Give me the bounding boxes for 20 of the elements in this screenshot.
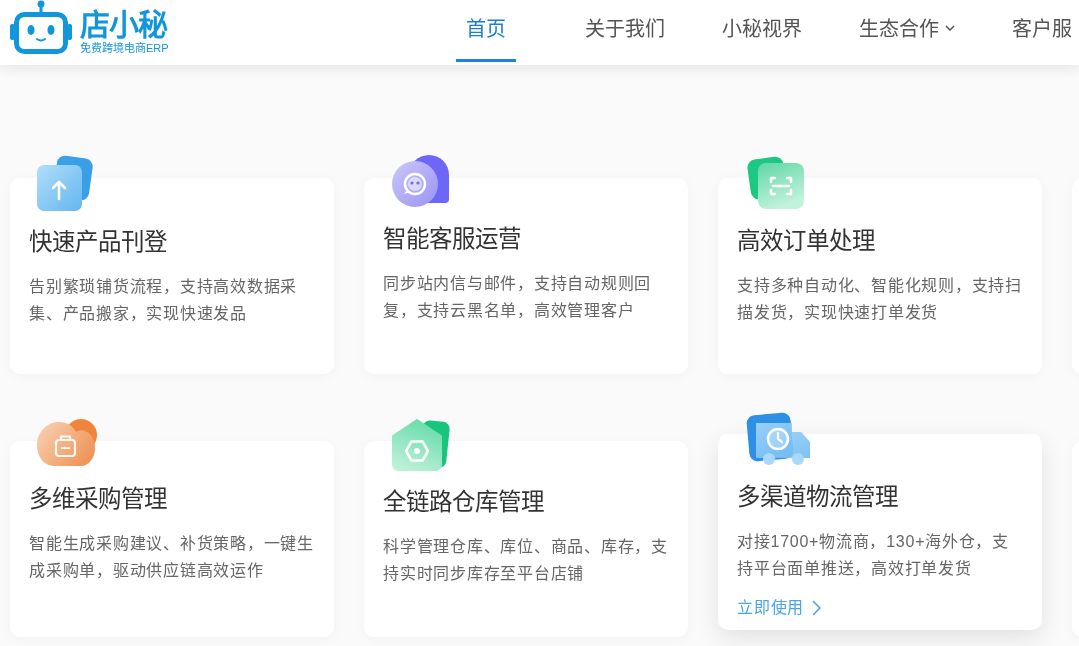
nav-link[interactable]: 关于我们 bbox=[575, 0, 675, 62]
card-description: 智能生成采购建议、补货策略，一键生成采购单，驱动供应链高效运作 bbox=[29, 534, 315, 581]
logo-name: 店小秘 bbox=[80, 8, 169, 42]
chevron-right-icon bbox=[812, 600, 821, 616]
card-description: 同步站内信与邮件，支持自动规则回复，支持云黑名单，高效管理客户 bbox=[383, 274, 652, 321]
nav-link[interactable]: 客户服 bbox=[1002, 0, 1079, 62]
card-title: 高效订单处理 bbox=[737, 227, 875, 256]
card-description: 对接1700+物流商，130+海外仓，支持平台面单推送，高效打单发货 bbox=[737, 532, 1010, 579]
nav-link[interactable]: 生态合作 bbox=[849, 0, 965, 62]
card-title: 智能客服运营 bbox=[383, 225, 521, 254]
card-description: 科学管理仓库、库位、商品、库存，支持实时同步库存至平台店铺 bbox=[383, 537, 669, 584]
nav-link[interactable]: 小秘视界 bbox=[712, 0, 812, 62]
card-title: 全链路仓库管理 bbox=[383, 488, 544, 517]
nav-link[interactable]: 首页 bbox=[456, 0, 516, 62]
card-title: 多渠道物流管理 bbox=[737, 483, 898, 512]
card-title: 快速产品刊登 bbox=[29, 228, 167, 257]
logo-tagline: 免费跨境电商ERP bbox=[80, 42, 169, 55]
card-title: 多维采购管理 bbox=[29, 485, 167, 514]
card-description: 告别繁琐铺货流程，支持高效数据采集、产品搬家，实现快速发品 bbox=[29, 277, 298, 324]
card-description: 支持多种自动化、智能化规则，支持扫描发货，实现快速打单发货 bbox=[737, 276, 1023, 323]
